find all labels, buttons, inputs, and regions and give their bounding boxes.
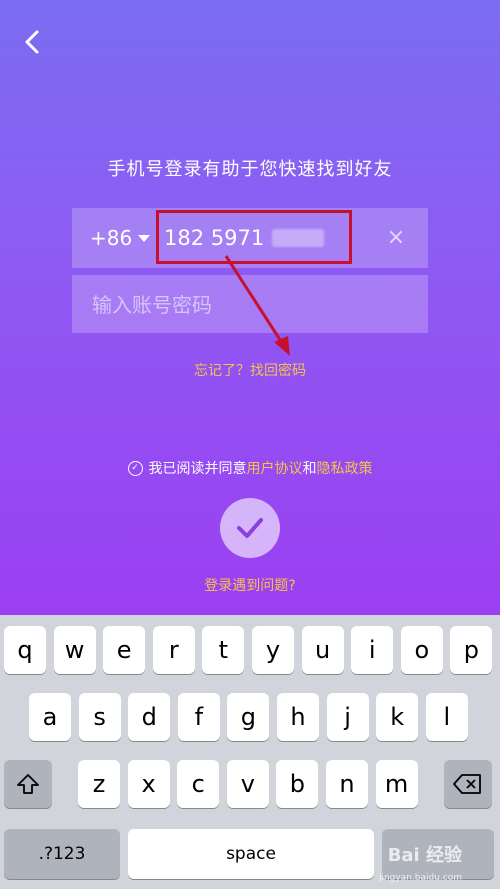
key-e[interactable]: e (103, 626, 146, 674)
key-g[interactable]: g (227, 693, 270, 741)
key-k[interactable]: k (376, 693, 419, 741)
key-r[interactable]: r (152, 626, 195, 674)
backspace-icon (453, 774, 481, 794)
shift-key[interactable] (4, 760, 52, 808)
page-title: 手机号登录有助于您快速找到好友 (107, 159, 393, 180)
agreement-and: 和 (302, 461, 317, 477)
annotation-box (156, 210, 352, 264)
key-q[interactable]: q (4, 626, 46, 674)
terms-link[interactable]: 用户协议 (247, 458, 303, 478)
key-z[interactable]: z (78, 760, 120, 808)
login-trouble-link[interactable]: 登录遇到问题? (0, 575, 500, 595)
check-circle-icon[interactable]: ✓ (127, 460, 143, 476)
key-i[interactable]: i (351, 626, 394, 674)
key-d[interactable]: d (128, 693, 171, 741)
login-screen: 手机号登录有助于您快速找到好友 +86 182 5971 × 忘记了？找回密码 … (0, 0, 500, 615)
chevron-left-icon (25, 30, 39, 54)
key-t[interactable]: t (202, 626, 245, 674)
country-code-label: +86 (90, 226, 133, 250)
key-j[interactable]: j (326, 693, 369, 741)
privacy-link[interactable]: 隐私政策 (317, 458, 373, 478)
key-l[interactable]: l (425, 693, 468, 741)
key-a[interactable]: a (29, 693, 71, 741)
keyboard: qwertyuiop asdfghjkl zxcvbnm .?123 space… (0, 615, 500, 889)
key-f[interactable]: f (177, 693, 220, 741)
key-b[interactable]: b (276, 760, 319, 808)
key-p[interactable]: p (450, 626, 493, 674)
key-x[interactable]: x (127, 760, 170, 808)
key-s[interactable]: s (78, 693, 121, 741)
watermark-url: jingyan.baidu.com (378, 873, 462, 883)
key-w[interactable]: w (53, 626, 96, 674)
agreement-prefix: 我已阅读并同意 (148, 461, 247, 477)
key-v[interactable]: v (226, 760, 269, 808)
close-icon[interactable]: × (384, 226, 408, 250)
watermark-logo: Bai 经验 (387, 845, 462, 866)
key-y[interactable]: y (252, 626, 294, 674)
key-c[interactable]: c (177, 760, 220, 808)
back-button[interactable] (18, 28, 48, 58)
agreement-row: ✓ 我已阅读并同意 用户协议 和 隐私政策 (0, 458, 500, 478)
numbers-mode-key[interactable]: .?123 (4, 829, 120, 879)
shift-icon (17, 774, 39, 794)
caret-down-icon (138, 234, 151, 242)
backspace-key[interactable] (444, 760, 492, 808)
key-n[interactable]: n (326, 760, 368, 808)
checkmark-icon (237, 518, 263, 538)
key-h[interactable]: h (277, 693, 319, 741)
password-field-wrapper (72, 275, 428, 335)
space-key[interactable]: space (128, 829, 374, 879)
key-u[interactable]: u (301, 626, 344, 674)
submit-button[interactable] (220, 498, 280, 558)
key-o[interactable]: o (400, 626, 443, 674)
key-m[interactable]: m (375, 760, 418, 808)
country-code-selector[interactable]: +86 (90, 208, 151, 268)
forgot-password-link[interactable]: 忘记了？找回密码 (0, 360, 500, 380)
password-input[interactable] (90, 275, 414, 335)
